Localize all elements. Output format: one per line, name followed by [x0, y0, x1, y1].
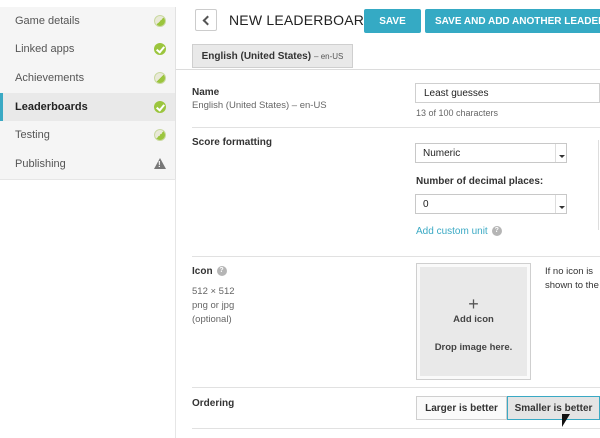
sidebar-item-publishing[interactable]: Publishing	[0, 150, 175, 178]
language-tab-label: English (United States)	[201, 50, 312, 62]
score-format-value: Numeric	[423, 147, 461, 159]
decimal-places-label: Number of decimal places:	[416, 176, 544, 187]
larger-is-better-button[interactable]: Larger is better	[416, 396, 507, 420]
check-status-icon	[154, 43, 166, 55]
sidebar-item-label: Testing	[15, 129, 50, 141]
icon-label-text: Icon	[192, 266, 213, 277]
save-and-add-another-button[interactable]: SAVE AND ADD ANOTHER LEADERBOARD	[425, 9, 600, 33]
help-icon[interactable]: ?	[491, 226, 502, 237]
sidebar-item-label: Game details	[15, 15, 80, 27]
name-input[interactable]: Least guesses	[415, 83, 600, 103]
tab-language-en-us[interactable]: English (United States) – en-US	[192, 44, 353, 68]
drop-image-label: Drop image here.	[434, 342, 513, 353]
sidebar-item-label: Linked apps	[15, 43, 75, 55]
warning-icon	[154, 158, 166, 169]
add-custom-unit-link[interactable]: Add custom unit?	[416, 226, 502, 237]
sidebar-item-achievements[interactable]: Achievements	[0, 64, 175, 92]
save-button[interactable]: SAVE	[364, 9, 421, 33]
page-title: NEW LEADERBOARD	[229, 12, 375, 28]
section-divider	[192, 428, 600, 429]
section-divider	[192, 256, 600, 257]
name-char-counter: 13 of 100 characters	[416, 108, 499, 118]
icon-help-note: If no icon is shown to the	[545, 265, 599, 293]
add-custom-unit-label: Add custom unit	[416, 226, 488, 237]
back-button[interactable]	[195, 9, 217, 31]
score-formatting-label: Score formatting	[192, 137, 273, 148]
chevron-left-icon	[202, 15, 213, 25]
icon-dropzone[interactable]: + Add icon Drop image here.	[416, 263, 531, 380]
section-divider	[192, 387, 600, 388]
sidebar-item-label: Publishing	[15, 158, 66, 170]
icon-label: Icon?	[192, 266, 227, 277]
language-tab-code: – en-US	[314, 51, 344, 61]
section-divider	[192, 127, 600, 128]
sidebar-empty-area	[0, 179, 176, 438]
decimal-places-value: 0	[423, 198, 429, 210]
sidebar-item-linked-apps[interactable]: Linked apps	[0, 35, 175, 63]
name-label: Name	[192, 87, 220, 98]
sidebar-item-leaderboards[interactable]: Leaderboards	[0, 93, 175, 121]
icon-optional-note: (optional)	[192, 314, 232, 325]
check-status-icon	[154, 101, 166, 113]
score-format-select[interactable]: Numeric	[415, 143, 567, 163]
sidebar-item-label: Leaderboards	[15, 101, 88, 113]
sidebar-item-game-details[interactable]: Game details	[0, 7, 175, 35]
sidebar-nav: Game details Linked apps Achievements Le…	[0, 0, 176, 438]
sidebar-item-label: Achievements	[15, 72, 85, 84]
partial-status-icon	[154, 129, 166, 141]
name-language-note: English (United States) – en-US	[192, 100, 327, 111]
icon-type-note: png or jpg	[192, 300, 235, 311]
tab-underline	[176, 69, 600, 70]
sidebar-list: Game details Linked apps Achievements Le…	[0, 7, 176, 179]
plus-icon: +	[468, 294, 479, 314]
icon-note-line: If no icon is	[545, 266, 594, 277]
mouse-cursor-icon	[562, 414, 570, 427]
icon-note-line: shown to the	[545, 280, 599, 291]
dropdown-arrow-icon	[555, 195, 566, 213]
add-icon-label: Add icon	[453, 314, 494, 325]
smaller-is-better-button[interactable]: Smaller is better	[507, 396, 600, 420]
dropdown-arrow-icon	[555, 144, 566, 162]
sidebar-item-testing[interactable]: Testing	[0, 121, 175, 149]
partial-status-icon	[154, 15, 166, 27]
decimal-places-select[interactable]: 0	[415, 194, 567, 214]
ordering-label: Ordering	[192, 398, 235, 409]
help-icon[interactable]: ?	[216, 266, 227, 277]
icon-size-note: 512 × 512	[192, 286, 235, 297]
name-input-value: Least guesses	[424, 87, 489, 99]
partial-status-icon	[154, 72, 166, 84]
